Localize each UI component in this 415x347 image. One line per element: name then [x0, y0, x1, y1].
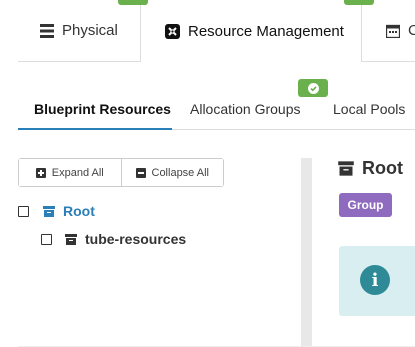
- group-icon: [338, 161, 354, 176]
- success-badge: [298, 79, 328, 97]
- tab-local-pools[interactable]: Local Pools: [333, 96, 405, 130]
- root-checkbox[interactable]: [18, 205, 29, 217]
- group-badge-label: Group: [347, 198, 384, 212]
- top-tab-bar: Physical Resource Management C: [0, 0, 415, 62]
- list-icon: [40, 23, 54, 38]
- tab-resource-management[interactable]: Resource Management: [140, 0, 362, 62]
- tab-third-label: C: [408, 22, 415, 39]
- collapse-all-button[interactable]: Collapse All: [120, 159, 223, 186]
- plus-square-icon: [35, 167, 46, 178]
- group-badge: Group: [339, 193, 392, 217]
- tree-controls: Expand All Collapse All: [18, 158, 224, 187]
- child-checkbox[interactable]: [41, 233, 52, 245]
- sub-tab-bar: Blueprint Resources Allocation Groups Lo…: [18, 96, 415, 130]
- group-icon: [65, 233, 77, 245]
- tab-allocation-groups[interactable]: Allocation Groups: [190, 96, 301, 130]
- tab-physical[interactable]: Physical: [18, 0, 140, 62]
- tab-blueprint-resources-label: Blueprint Resources: [34, 101, 171, 117]
- tree-node-root-label[interactable]: Root: [63, 203, 95, 219]
- tree-node-root[interactable]: Root: [18, 203, 95, 219]
- collapse-all-label: Collapse All: [151, 166, 209, 179]
- group-icon: [43, 205, 55, 217]
- tree-node-child-label[interactable]: tube-resources: [85, 231, 186, 247]
- expand-all-button[interactable]: Expand All: [19, 159, 121, 186]
- tab-third[interactable]: C: [362, 0, 415, 62]
- resource-icon: [165, 23, 180, 39]
- detail-title-text: Root: [362, 158, 403, 178]
- tab-allocation-groups-label: Allocation Groups: [190, 101, 301, 117]
- tab-status-badge: [344, 0, 374, 5]
- calendar-icon: [386, 24, 400, 38]
- detail-title: Root: [338, 158, 403, 179]
- tab-local-pools-label: Local Pools: [333, 101, 406, 117]
- info-box: i: [339, 246, 415, 316]
- minus-square-icon: [135, 167, 146, 178]
- tree-node-child[interactable]: tube-resources: [41, 231, 186, 247]
- tab-resource-management-label: Resource Management: [188, 22, 344, 40]
- tab-blueprint-resources[interactable]: Blueprint Resources: [18, 96, 172, 130]
- check-circle-icon: [307, 82, 319, 94]
- expand-all-label: Expand All: [51, 166, 104, 179]
- tab-physical-label: Physical: [62, 22, 118, 39]
- info-icon: i: [360, 265, 390, 295]
- panel-divider[interactable]: [301, 158, 312, 347]
- tab-status-badge: [118, 0, 148, 5]
